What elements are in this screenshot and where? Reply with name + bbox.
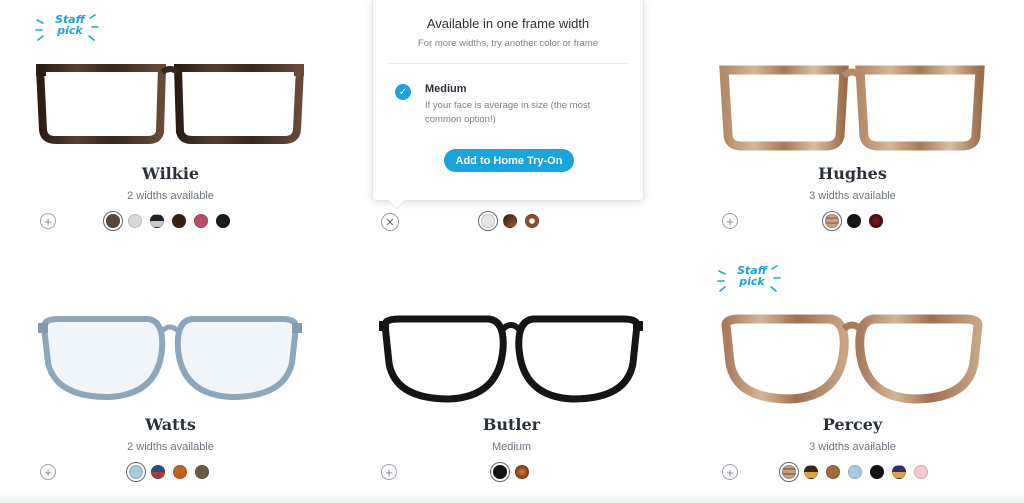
color-swatch[interactable] <box>194 214 208 228</box>
color-swatch[interactable] <box>525 214 539 228</box>
popover-title: Available in one frame width <box>426 16 590 31</box>
staff-pick-label: Staff pick <box>55 13 85 37</box>
color-swatch[interactable] <box>826 465 840 479</box>
staff-pick-badge: Staff pick <box>32 12 102 48</box>
staff-pick-label: Staff pick <box>737 264 767 288</box>
widths-available: 2 widths available <box>127 441 214 453</box>
add-to-try-on-button[interactable]: + <box>40 213 56 229</box>
color-swatch[interactable] <box>216 214 230 228</box>
color-swatch[interactable] <box>848 465 862 479</box>
staff-pick-badge: Staff pick <box>714 263 784 299</box>
color-swatch[interactable] <box>173 465 187 479</box>
color-swatch[interactable] <box>172 214 186 228</box>
color-swatches <box>103 211 230 231</box>
product-name[interactable]: Butler <box>341 415 682 434</box>
color-swatch[interactable] <box>150 214 164 228</box>
color-swatches <box>126 462 209 482</box>
scroll-shade <box>0 492 1024 503</box>
color-swatch[interactable] <box>490 462 510 482</box>
add-to-home-try-on-button[interactable]: Add to Home Try-On <box>444 149 574 172</box>
color-swatch[interactable] <box>151 465 165 479</box>
checkmark-icon[interactable]: ✓ <box>395 84 411 100</box>
color-swatches <box>822 211 883 231</box>
color-swatch[interactable] <box>847 214 861 228</box>
color-swatch[interactable] <box>914 465 928 479</box>
widths-available: 2 widths available <box>127 190 214 202</box>
product-name[interactable]: Watts <box>0 415 341 434</box>
glasses-image[interactable] <box>36 58 304 158</box>
color-swatch[interactable] <box>478 211 498 231</box>
widths-available: 3 widths available <box>809 190 896 202</box>
width-option-title[interactable]: Medium <box>425 83 467 95</box>
color-swatch[interactable] <box>804 465 818 479</box>
color-swatches <box>490 462 529 482</box>
color-swatches <box>779 462 928 482</box>
color-swatch[interactable] <box>126 462 146 482</box>
add-to-try-on-button[interactable]: + <box>722 464 738 480</box>
widths-available: Medium <box>491 441 532 453</box>
add-to-try-on-button[interactable]: + <box>722 213 738 229</box>
color-swatch[interactable] <box>870 465 884 479</box>
product-name[interactable]: Hughes <box>682 164 1023 183</box>
color-swatch[interactable] <box>515 465 529 479</box>
frame-width-popover: Available in one frame width For more wi… <box>372 0 644 210</box>
product-card-wilkie[interactable]: Staff pick Wilkie 2 widths available + <box>0 0 341 251</box>
color-swatch[interactable] <box>892 465 906 479</box>
glasses-image[interactable] <box>36 309 304 409</box>
color-swatch[interactable] <box>195 465 209 479</box>
add-to-try-on-button[interactable]: + <box>381 464 397 480</box>
product-name[interactable]: Wilkie <box>0 164 341 183</box>
add-to-try-on-button[interactable]: + <box>40 464 56 480</box>
width-option-description: If your face is average in size (the mos… <box>425 100 591 125</box>
product-card-watts[interactable]: Watts 2 widths available + <box>0 251 341 502</box>
product-card-butler[interactable]: Butler Medium + <box>341 251 682 502</box>
close-icon[interactable]: ✕ <box>381 213 399 231</box>
color-swatches <box>478 211 539 231</box>
glasses-image[interactable] <box>718 58 986 158</box>
color-swatch[interactable] <box>128 214 142 228</box>
color-swatch[interactable] <box>869 214 883 228</box>
product-card-hughes[interactable]: Hughes 3 widths available + <box>682 0 1023 251</box>
product-card-percey[interactable]: Staff pick Percey 3 widths available + <box>682 251 1023 502</box>
color-swatch[interactable] <box>103 211 123 231</box>
popover-subtitle: For more widths, try another color or fr… <box>417 38 599 49</box>
glasses-image[interactable] <box>718 309 986 409</box>
color-swatch[interactable] <box>503 214 517 228</box>
glasses-image[interactable] <box>377 309 645 409</box>
popover-divider <box>389 63 627 64</box>
product-name[interactable]: Percey <box>682 415 1023 434</box>
widths-available: 3 widths available <box>809 441 896 453</box>
color-swatch[interactable] <box>822 211 842 231</box>
color-swatch[interactable] <box>779 462 799 482</box>
